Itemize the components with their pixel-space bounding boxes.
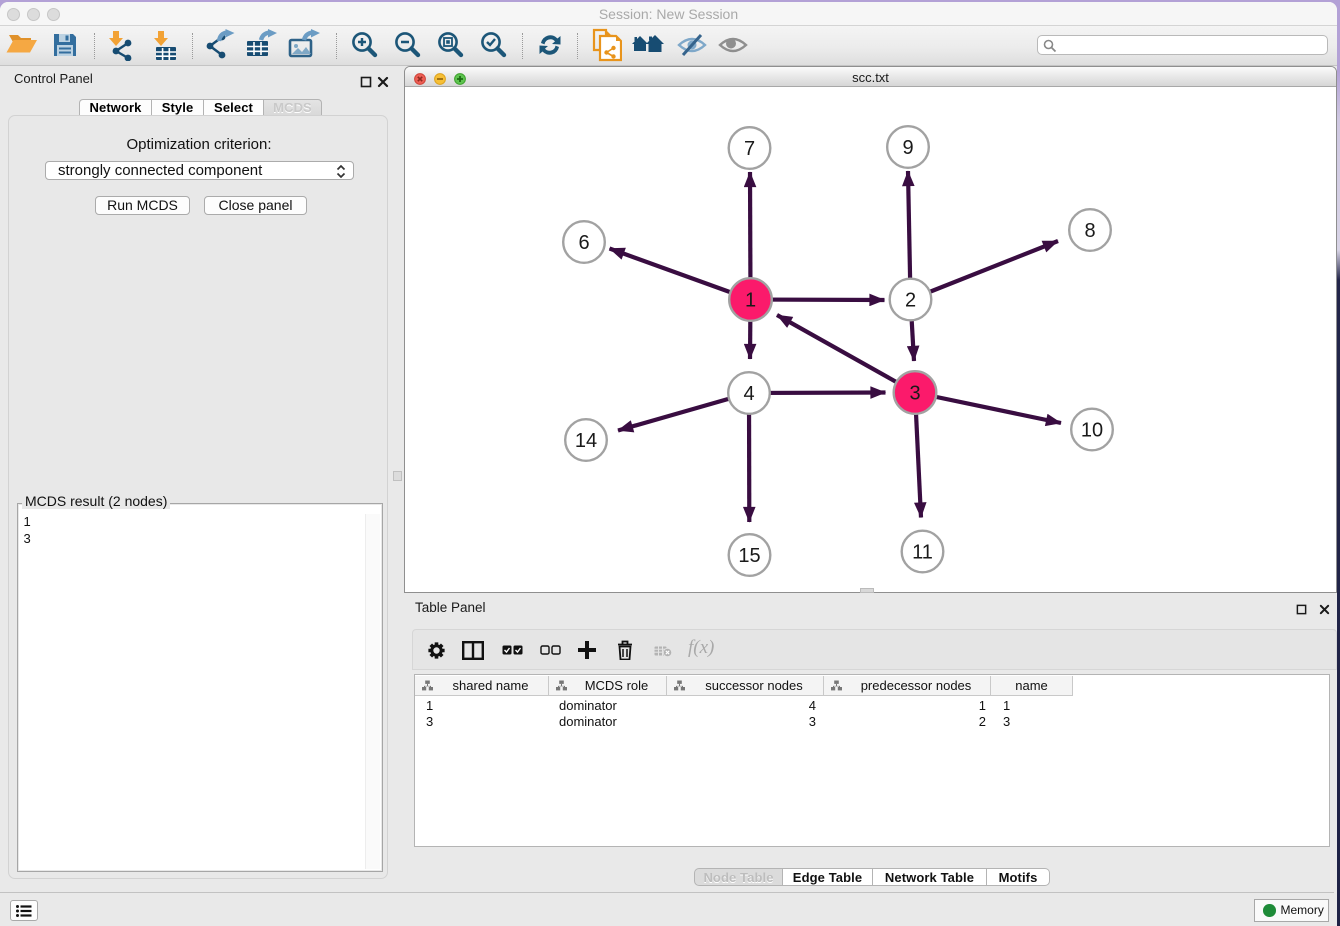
svg-text:2: 2 [905,290,916,312]
svg-text:14: 14 [575,430,597,452]
svg-text:3: 3 [909,383,920,405]
svg-text:1: 1 [745,290,756,312]
svg-text:4: 4 [743,383,754,405]
svg-text:11: 11 [912,542,933,564]
svg-text:6: 6 [578,232,589,254]
svg-text:10: 10 [1081,420,1103,442]
svg-text:8: 8 [1084,220,1095,242]
svg-text:9: 9 [902,137,913,159]
svg-text:7: 7 [744,138,755,160]
svg-text:15: 15 [738,545,760,567]
